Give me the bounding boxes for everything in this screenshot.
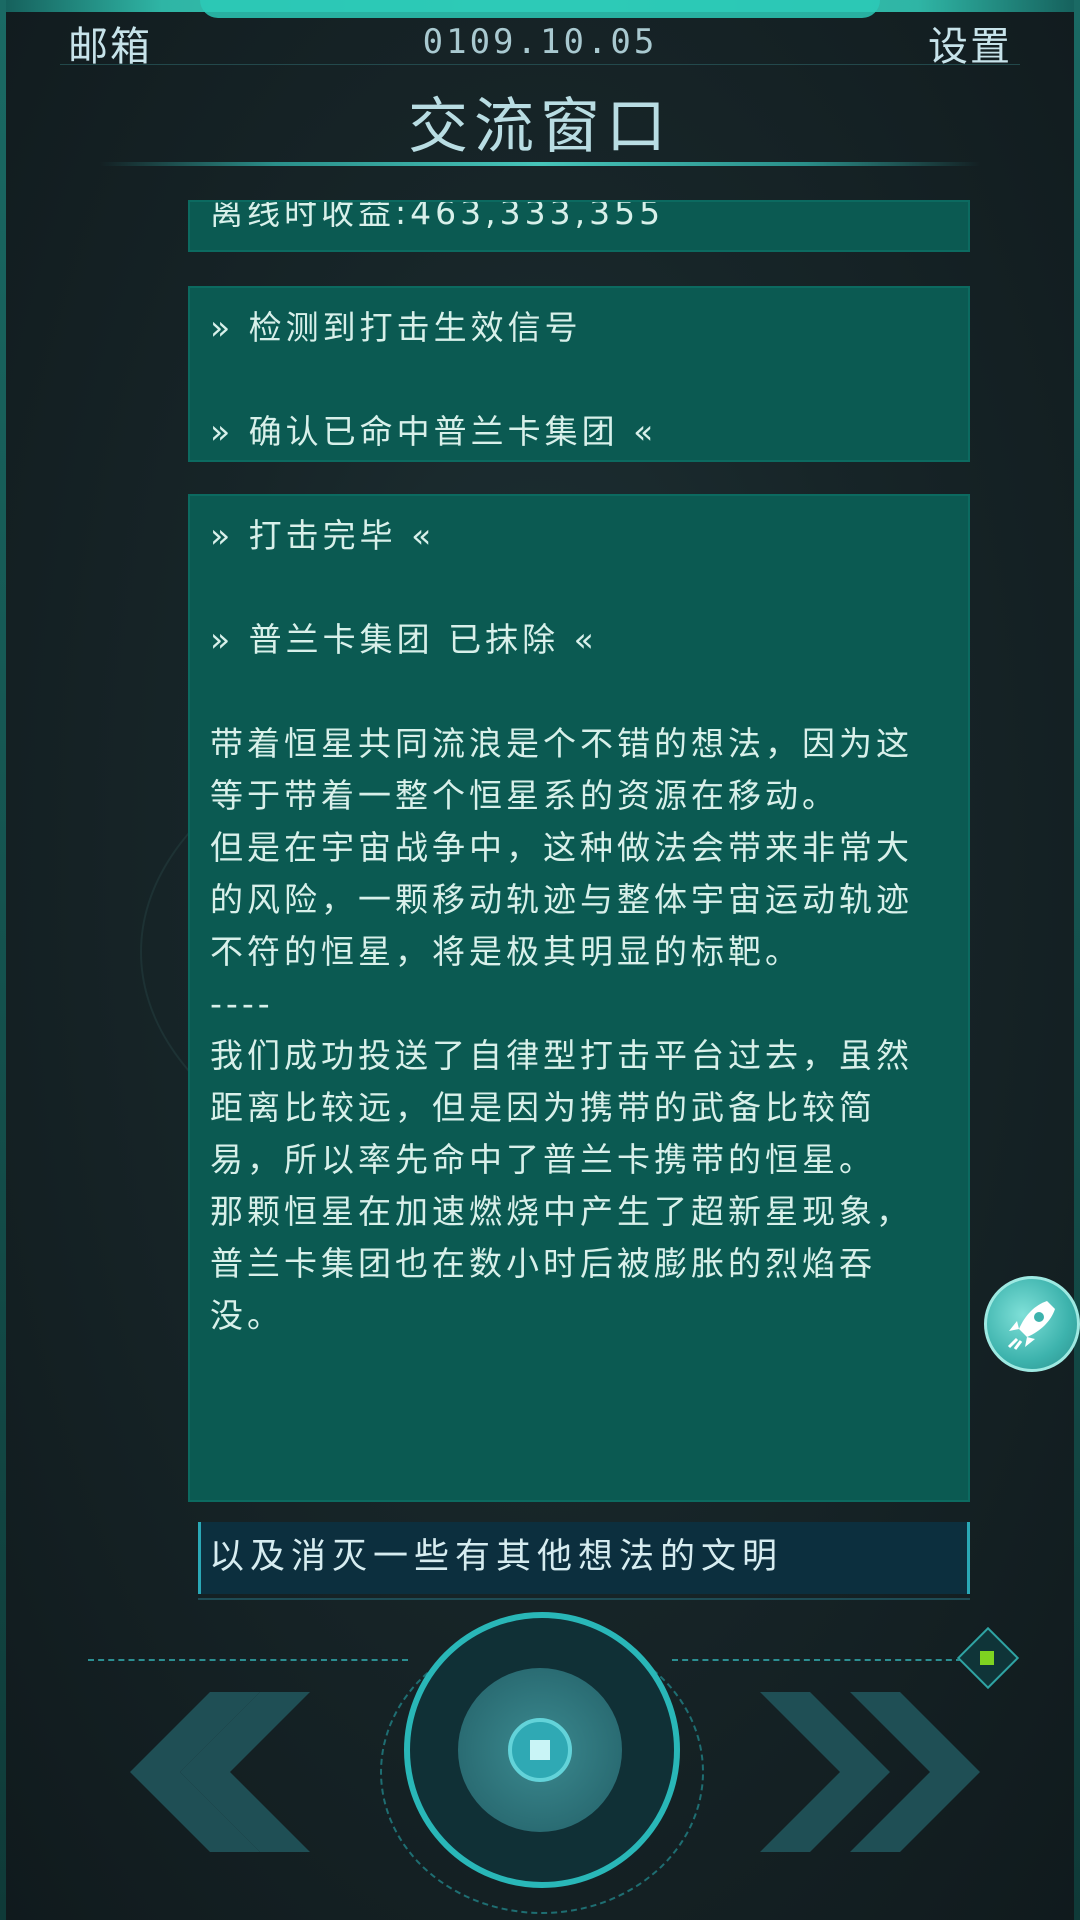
message-text: » 检测到打击生效信号 » 确认已命中普兰卡集团 «: [210, 308, 658, 451]
confirm-button-icon: [530, 1740, 550, 1760]
reply-underline: [198, 1598, 970, 1600]
rocket-icon: [1007, 1301, 1055, 1350]
reply-option[interactable]: 以及消灭一些有其他想法的文明: [198, 1522, 970, 1594]
title-divider: [100, 162, 980, 166]
double-chevron-right-icon: [760, 1692, 980, 1852]
right-frame: [1074, 0, 1080, 1920]
game-date: 0109.10.05: [422, 22, 658, 62]
message-card-strike-signal: » 检测到打击生效信号 » 确认已命中普兰卡集团 «: [188, 286, 970, 462]
next-button[interactable]: [760, 1692, 980, 1852]
header-divider: [60, 64, 1020, 65]
status-indicator: [980, 1651, 994, 1665]
nav-dash-left: [88, 1659, 408, 1661]
message-text: 离线时收益:463,333,355: [210, 200, 665, 232]
message-text: » 打击完毕 « » 普兰卡集团 已抹除 « 带着恒星共同流浪是个不错的想法，因…: [210, 516, 913, 1335]
previous-button[interactable]: [100, 1692, 320, 1852]
double-chevron-left-icon: [130, 1692, 310, 1852]
top-frame-accent: [200, 0, 880, 18]
message-card-strike-report: » 打击完毕 « » 普兰卡集团 已抹除 « 带着恒星共同流浪是个不错的想法，因…: [188, 494, 970, 1502]
page-title: 交流窗口: [408, 92, 672, 162]
message-card-offline-earnings: 离线时收益:463,333,355: [188, 200, 970, 252]
nav-dash-right: [672, 1659, 962, 1661]
rocket-button[interactable]: [984, 1276, 1080, 1372]
left-frame: [0, 0, 6, 1920]
